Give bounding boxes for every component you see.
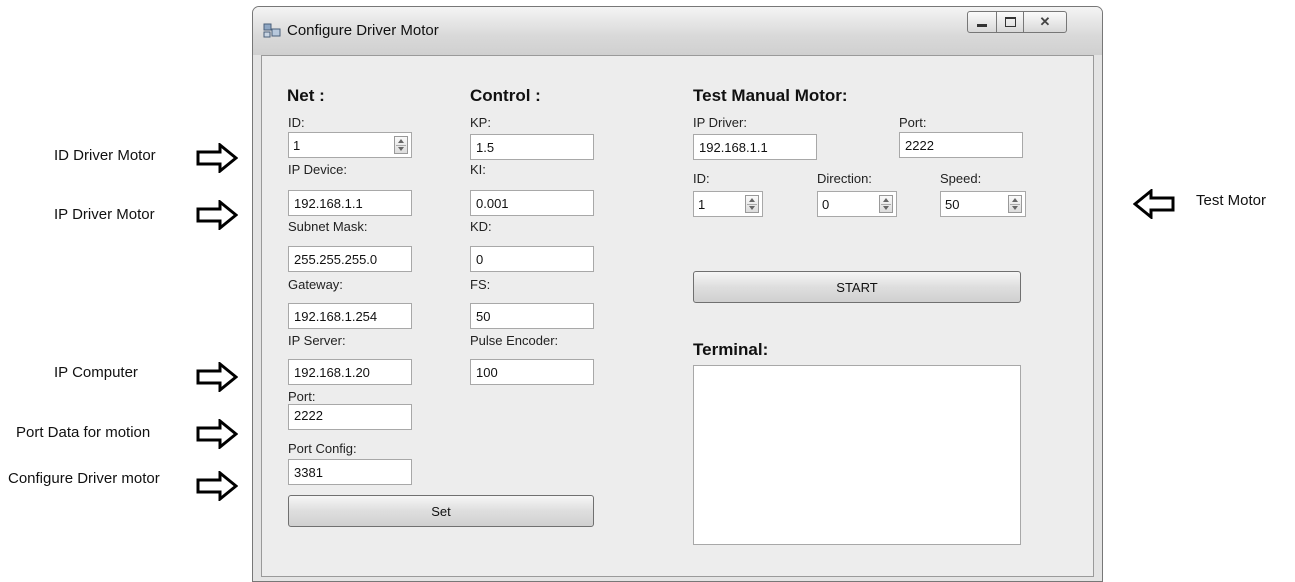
terminal-heading: Terminal: xyxy=(693,340,769,359)
port-label: Port: xyxy=(288,389,316,404)
spinner-arrows-icon[interactable] xyxy=(394,136,408,154)
gateway-input[interactable]: 192.168.1.254 xyxy=(288,303,412,329)
spinner-arrows-icon[interactable] xyxy=(745,195,759,213)
annotation-id-driver-motor: ID Driver Motor xyxy=(54,147,156,164)
direction-label: Direction: xyxy=(817,171,872,186)
subnet-mask-input[interactable]: 255.255.255.0 xyxy=(288,246,412,272)
right-arrow-icon xyxy=(196,471,238,501)
maximize-button[interactable] xyxy=(996,11,1024,33)
annotation-port-data: Port Data for motion xyxy=(16,424,151,441)
kp-label: KP: xyxy=(470,115,491,130)
kp-input[interactable]: 1.5 xyxy=(470,134,594,160)
right-arrow-icon xyxy=(196,362,238,392)
pulse-encoder-input[interactable]: 100 xyxy=(470,359,594,385)
app-window: Configure Driver Motor ✕ Net : ID: 1 IP … xyxy=(252,6,1103,582)
test-manual-heading: Test Manual Motor: xyxy=(693,86,848,105)
minimize-button[interactable] xyxy=(967,11,997,33)
kd-label: KD: xyxy=(470,219,492,234)
speed-value: 50 xyxy=(945,197,960,212)
terminal-output[interactable] xyxy=(693,365,1021,545)
annotation-test-motor: Test Motor xyxy=(1196,192,1267,209)
kd-input[interactable]: 0 xyxy=(470,246,594,272)
gateway-label: Gateway: xyxy=(288,277,343,292)
spinner-arrows-icon[interactable] xyxy=(1008,195,1022,213)
fs-label: FS: xyxy=(470,277,491,292)
ip-driver-input[interactable]: 192.168.1.1 xyxy=(693,134,817,160)
fs-input[interactable]: 50 xyxy=(470,303,594,329)
subnet-mask-label: Subnet Mask: xyxy=(288,219,368,234)
control-heading: Control : xyxy=(470,86,541,105)
speed-label: Speed: xyxy=(940,171,982,186)
ip-device-label: IP Device: xyxy=(288,162,348,177)
close-button[interactable]: ✕ xyxy=(1023,11,1067,33)
port-input[interactable]: 2222 xyxy=(288,404,412,430)
port-config-label: Port Config: xyxy=(288,441,357,456)
direction-stepper[interactable]: 0 xyxy=(817,191,897,217)
net-heading: Net : xyxy=(287,86,325,105)
set-button[interactable]: Set xyxy=(288,495,594,527)
net-id-value: 1 xyxy=(293,138,301,153)
ki-input[interactable]: 0.001 xyxy=(470,190,594,216)
speed-stepper[interactable]: 50 xyxy=(940,191,1026,217)
right-arrow-icon xyxy=(196,419,238,449)
ip-device-input[interactable]: 192.168.1.1 xyxy=(288,190,412,216)
test-id-value: 1 xyxy=(698,197,706,212)
ki-label: KI: xyxy=(470,162,486,177)
port-config-input[interactable]: 3381 xyxy=(288,459,412,485)
left-arrow-icon xyxy=(1133,189,1175,219)
application-icon xyxy=(263,23,281,38)
close-icon: ✕ xyxy=(1039,14,1051,29)
window-title: Configure Driver Motor xyxy=(287,22,439,39)
ip-driver-label: IP Driver: xyxy=(693,115,747,130)
net-id-label: ID: xyxy=(288,115,305,130)
minimize-icon xyxy=(977,23,987,27)
spinner-arrows-icon[interactable] xyxy=(879,195,893,213)
title-bar: Configure Driver Motor ✕ xyxy=(253,7,1102,55)
maximize-icon xyxy=(1004,17,1016,27)
test-id-stepper[interactable]: 1 xyxy=(693,191,763,217)
start-button[interactable]: START xyxy=(693,271,1021,303)
right-arrow-icon xyxy=(196,143,238,173)
annotation-configure-driver: Configure Driver motor xyxy=(8,470,160,487)
client-area: Net : ID: 1 IP Device: 192.168.1.1 Subne… xyxy=(261,55,1094,577)
annotation-ip-computer: IP Computer xyxy=(54,364,138,381)
test-port-input[interactable]: 2222 xyxy=(899,132,1023,158)
test-port-label: Port: xyxy=(899,115,927,130)
annotation-ip-driver-motor: IP Driver Motor xyxy=(54,206,155,223)
direction-value: 0 xyxy=(822,197,830,212)
right-arrow-icon xyxy=(196,200,238,230)
ip-server-label: IP Server: xyxy=(288,333,346,348)
net-id-stepper[interactable]: 1 xyxy=(288,132,412,158)
test-id-label: ID: xyxy=(693,171,710,186)
pulse-encoder-label: Pulse Encoder: xyxy=(470,333,559,348)
ip-server-input[interactable]: 192.168.1.20 xyxy=(288,359,412,385)
